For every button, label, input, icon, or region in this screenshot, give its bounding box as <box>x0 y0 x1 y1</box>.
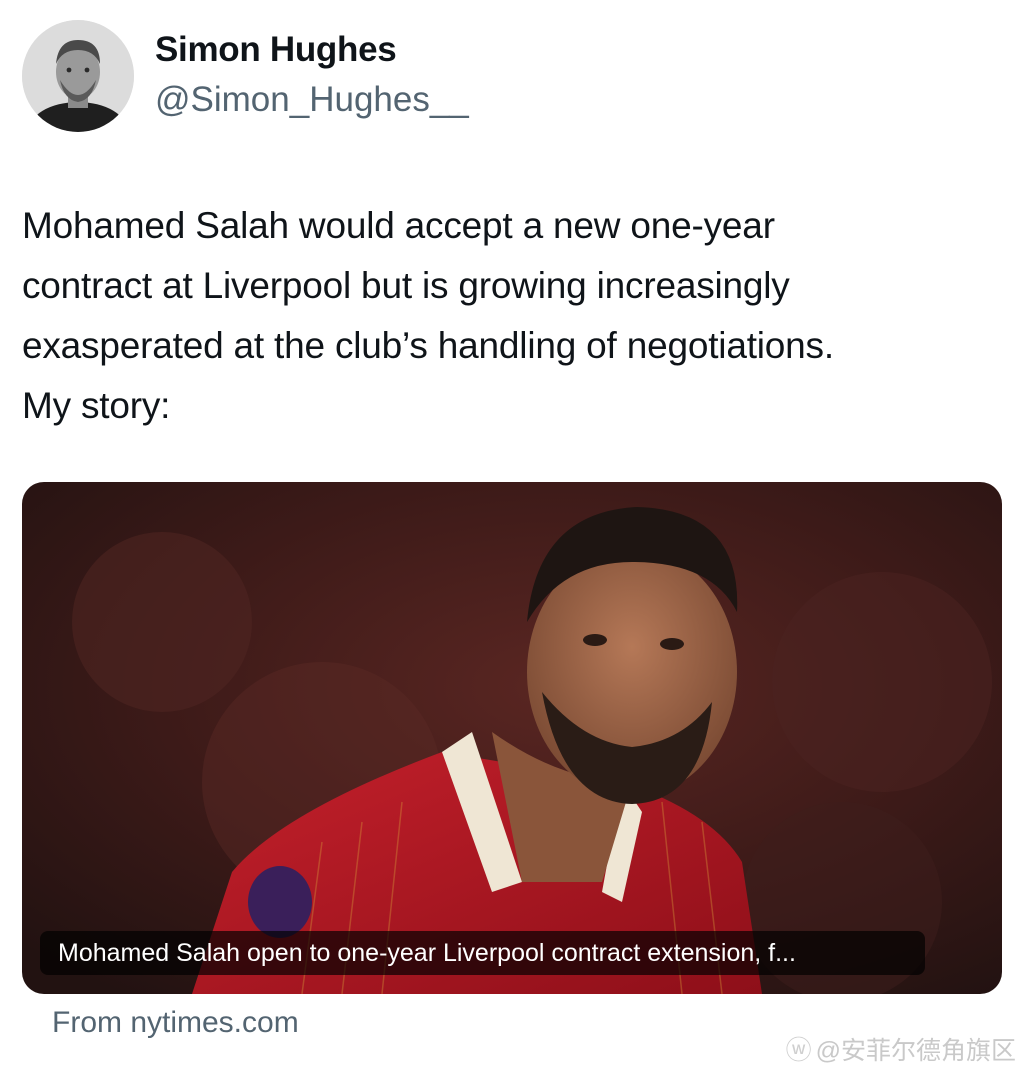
tweet-text-line: My story: <box>22 385 171 426</box>
link-card[interactable]: Mohamed Salah open to one-year Liverpool… <box>22 482 1002 994</box>
watermark: ⓦ @安菲尔德角旗区 <box>786 1030 1016 1067</box>
author-avatar[interactable] <box>22 20 134 132</box>
watermark-text: @安菲尔德角旗区 <box>815 1036 1016 1065</box>
card-title: Mohamed Salah open to one-year Liverpool… <box>40 931 925 975</box>
card-image <box>22 482 1002 994</box>
tweet-text-line: contract at Liverpool but is growing inc… <box>22 265 790 306</box>
weibo-icon: ⓦ <box>785 1035 812 1065</box>
avatar-portrait <box>22 20 134 132</box>
tweet-text: Mohamed Salah would accept a new one-yea… <box>22 196 1007 436</box>
card-source[interactable]: From nytimes.com <box>52 1006 299 1040</box>
author-name[interactable]: Simon Hughes <box>155 30 397 70</box>
tweet-text-line: Mohamed Salah would accept a new one-yea… <box>22 205 775 246</box>
tweet-text-line: exasperated at the club’s handling of ne… <box>22 325 834 366</box>
author-handle[interactable]: @Simon_Hughes__ <box>155 80 469 120</box>
